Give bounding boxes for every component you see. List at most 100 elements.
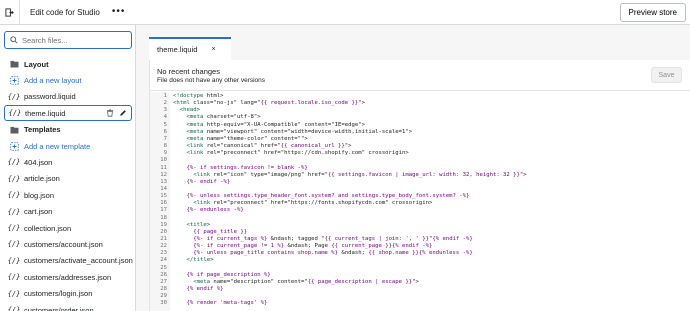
file-item[interactable]: {/} 404.json bbox=[0, 154, 135, 170]
code-line: 22 {%- if current_page != 1 %} &ndash; P… bbox=[150, 243, 690, 250]
file-item[interactable]: {/} blog.json bbox=[0, 187, 135, 203]
tab-theme-liquid[interactable]: theme.liquid × bbox=[149, 37, 231, 60]
folder-icon-wrap bbox=[9, 59, 19, 69]
code-line: 1 <!doctype html> bbox=[150, 93, 690, 100]
rename-icon[interactable] bbox=[119, 109, 127, 117]
liquid-file-icon: {/} bbox=[8, 305, 21, 311]
file-item[interactable]: {/} customers/addresses.json bbox=[0, 269, 135, 285]
code-line: 13 {%- endif -%} bbox=[150, 179, 690, 186]
editor-area: theme.liquid × No recent changes File do… bbox=[137, 25, 690, 311]
code-line: 2 <html class="no-js" lang="{{ request.lo… bbox=[150, 100, 690, 107]
code-line: 20 {{ page_title }} bbox=[150, 229, 690, 236]
line-number: 18 bbox=[160, 214, 167, 221]
line-number: 9 bbox=[163, 150, 167, 157]
code-text: {%- endunless -%} bbox=[186, 207, 244, 214]
line-number: 21 bbox=[160, 236, 167, 242]
code-line: 30 {% render 'meta-tags' %} bbox=[150, 300, 690, 307]
item-label: Add a new template bbox=[24, 141, 91, 151]
code-line: 18 bbox=[150, 215, 690, 222]
file-item[interactable]: {/} customers/account.json bbox=[0, 236, 135, 252]
file-item[interactable]: {/} article.json bbox=[0, 171, 135, 187]
liquid-file-icon: {/} bbox=[8, 157, 21, 167]
item-label: collection.json bbox=[24, 223, 72, 233]
line-number: 30 bbox=[160, 300, 167, 307]
folder-row[interactable]: Layout bbox=[0, 56, 135, 72]
code-file-icon: {/} bbox=[7, 174, 21, 183]
item-label: customers/login.json bbox=[24, 289, 93, 299]
code-editor[interactable]: 1 <!doctype html> 2 <html class="no-js" lan… bbox=[150, 92, 690, 311]
code-text: <meta name="theme-color" content=""> bbox=[186, 135, 308, 142]
code-line: 10 bbox=[150, 157, 690, 164]
code-line: 14 bbox=[150, 186, 690, 193]
code-line: 4 <meta charset="utf-8"> bbox=[150, 114, 690, 121]
line-number: 24 bbox=[160, 257, 167, 264]
line-number: 25 bbox=[160, 264, 167, 271]
code-text: {%- if settings.favicon != blank -%} bbox=[186, 164, 308, 171]
delete-icon[interactable] bbox=[106, 109, 114, 117]
code-line: 12 <link rel="icon" type="image/png" hre… bbox=[150, 172, 690, 179]
code-line: 6 <meta name="viewport" content="width=d… bbox=[150, 129, 690, 136]
line-number: 6 bbox=[163, 128, 167, 135]
line-number: 16 bbox=[160, 200, 167, 207]
preview-store-button[interactable]: Preview store bbox=[619, 3, 686, 22]
line-number: 22 bbox=[160, 243, 167, 250]
exit-icon bbox=[5, 7, 14, 17]
line-number: 13 bbox=[160, 178, 167, 185]
file-item[interactable]: {/} customers/activate_account.json bbox=[0, 253, 135, 269]
add-file-link[interactable]: Add a new template bbox=[0, 138, 135, 154]
code-file-icon: {/} bbox=[7, 191, 21, 200]
version-status-bar: No recent changes File does not have any… bbox=[150, 60, 690, 91]
code-text: {%- unless page_title contains shop.name… bbox=[193, 250, 473, 257]
code-line: 8 <link rel="canonical" href="{{ canonic… bbox=[150, 143, 690, 150]
tab-bar: theme.liquid × bbox=[137, 25, 690, 60]
editor-panel: No recent changes File does not have any… bbox=[149, 60, 690, 311]
search-input[interactable] bbox=[22, 35, 122, 45]
search-icon bbox=[10, 36, 18, 44]
file-sidebar: LayoutAdd a new layout{/}password.liquid… bbox=[0, 25, 136, 311]
line-number: 12 bbox=[160, 171, 167, 178]
code-text: <link rel="preconnect" href="https://fon… bbox=[193, 200, 433, 207]
code-line: 9 <link rel="preconnect" href="https://c… bbox=[150, 150, 690, 157]
add-file-icon bbox=[9, 76, 19, 85]
close-icon[interactable]: × bbox=[211, 46, 215, 53]
code-text: {%- if current_tags %} &ndash; tagged "{… bbox=[193, 236, 473, 242]
code-text: <meta name="viewport" content="width=dev… bbox=[186, 128, 413, 135]
code-line: 23 {%- unless page_title contains shop.n… bbox=[150, 250, 690, 257]
folder-icon bbox=[10, 60, 18, 68]
line-number: 7 bbox=[163, 135, 167, 142]
code-text: <html class="no-js" lang="{{ request.loc… bbox=[173, 100, 365, 107]
code-text: </title> bbox=[186, 257, 214, 264]
code-line: 28 {% endif %} bbox=[150, 286, 690, 293]
file-item[interactable]: {/} customers/order.json bbox=[0, 302, 135, 311]
exit-button[interactable] bbox=[0, 0, 20, 25]
folder-row[interactable]: Templates bbox=[0, 122, 135, 138]
code-file-icon: {/} bbox=[7, 273, 21, 282]
liquid-file-icon: {/} bbox=[8, 207, 21, 217]
code-line: 3 <head> bbox=[150, 107, 690, 114]
more-actions-button[interactable]: ••• bbox=[112, 7, 126, 17]
folder-icon bbox=[10, 126, 18, 134]
line-number: 14 bbox=[160, 185, 167, 192]
code-file-icon: {/} bbox=[7, 240, 21, 249]
line-number: 27 bbox=[160, 278, 167, 285]
search-box[interactable] bbox=[4, 31, 132, 49]
code-text: <head> bbox=[179, 107, 200, 114]
item-label: customers/activate_account.json bbox=[24, 256, 133, 266]
liquid-file-icon: {/} bbox=[7, 190, 21, 200]
code-text: <meta name="description" content="{{ pag… bbox=[193, 278, 419, 285]
code-line: 29 bbox=[150, 293, 690, 300]
file-item[interactable]: {/} cart.json bbox=[0, 204, 135, 220]
file-item[interactable]: {/} collection.json bbox=[0, 220, 135, 236]
file-item[interactable]: {/} password.liquid bbox=[0, 89, 135, 105]
code-file-icon: {/} bbox=[7, 92, 21, 101]
liquid-file-icon: {/} bbox=[8, 256, 21, 266]
save-button[interactable]: Save bbox=[651, 67, 682, 83]
line-number: 2 bbox=[163, 100, 167, 107]
code-line: 25 bbox=[150, 265, 690, 272]
file-item-selected[interactable]: {/} theme.liquid bbox=[4, 105, 132, 122]
file-actions bbox=[106, 109, 127, 117]
item-label: cart.json bbox=[24, 207, 53, 217]
add-file-link[interactable]: Add a new layout bbox=[0, 72, 135, 88]
code-text: <link rel="icon" type="image/png" href="… bbox=[193, 171, 527, 178]
file-item[interactable]: {/} customers/login.json bbox=[0, 286, 135, 302]
